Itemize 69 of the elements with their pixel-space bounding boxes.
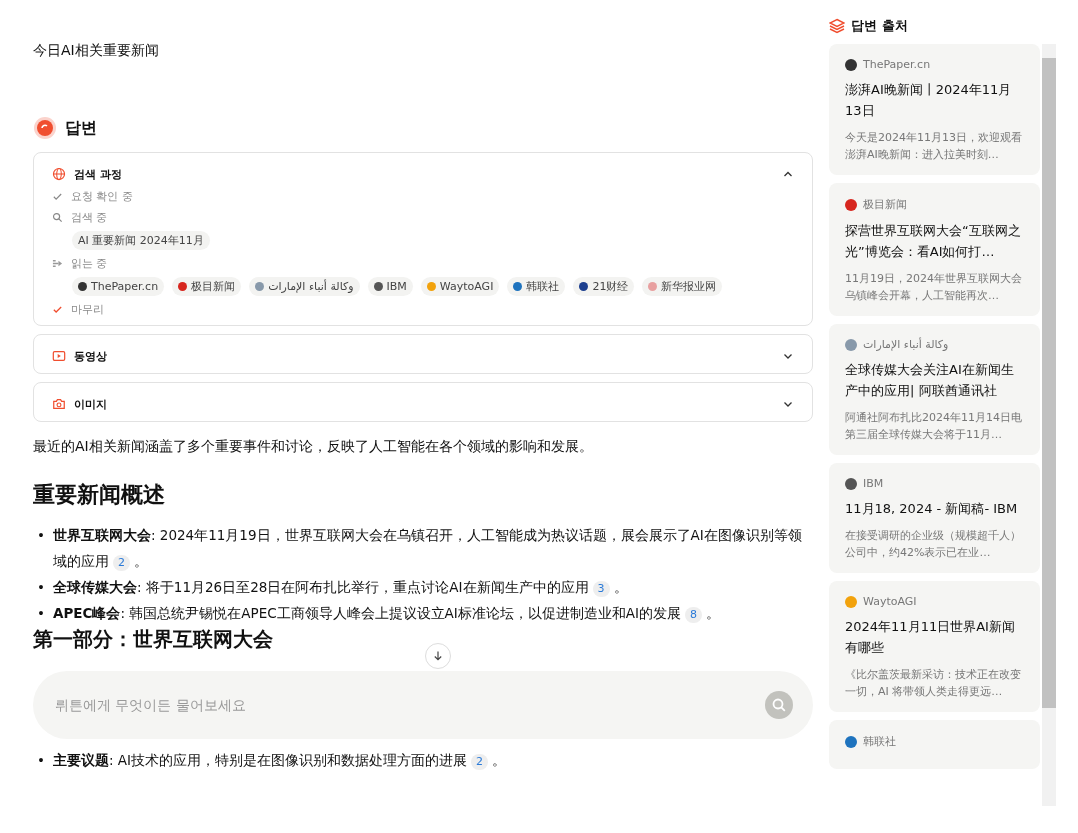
citation-link[interactable]: 2	[112, 555, 130, 571]
source-chip[interactable]: 极目新闻	[172, 277, 242, 296]
bullet-text: 主要议题: AI技术的应用，特别是在图像识别和数据处理方面的进展 2 。	[52, 751, 508, 772]
ask-field[interactable]: 뤼튼에게 무엇이든 물어보세요	[53, 696, 765, 714]
step-label: 읽는 중	[71, 256, 108, 271]
step-label: 요청 확인 중	[71, 189, 133, 204]
layers-icon	[829, 18, 845, 34]
source-chip[interactable]: 21财经	[573, 277, 635, 296]
article-title: 2024年11月11日世界AI新闻有哪些	[845, 618, 1016, 657]
source-name: WaytoAGI	[863, 595, 917, 608]
check-icon	[52, 191, 63, 202]
article-title: 全球传媒大会关注AI在新闻生产中的应用| 阿联酋通讯社	[845, 361, 1015, 400]
article-snippet: 今天是2024年11月13日，欢迎观看澎湃AI晚新闻：进入拉美时刻…	[845, 130, 1023, 163]
source-card[interactable]: WaytoAGI 2024年11月11日世界AI新闻有哪些 《比尔盖茨最新采访：技术正在改变一切，AI 将带领人类走得更远…	[829, 581, 1040, 712]
source-chip[interactable]: وكالة أنباء الإمارات	[249, 277, 360, 296]
article-title: 澎湃AI晚新闻丨2024年11月13日	[845, 81, 1013, 120]
citation-link[interactable]: 3	[592, 581, 610, 597]
bullet-text: 世界互联网大会: 2024年11月19日，世界互联网大会在乌镇召开，人工智能成为热议话题，展会展示了AI在图像识别等领域的应用 2 。	[52, 526, 803, 573]
source-chip[interactable]: AI 重要新闻 2024年11月	[72, 231, 210, 250]
source-chip[interactable]: WaytoAGI	[420, 277, 500, 296]
search-icon	[52, 212, 63, 223]
source-chip[interactable]: 新华报业网	[642, 277, 723, 296]
source-chip[interactable]: IBM	[367, 277, 413, 296]
panel-title: 검색 과정	[74, 166, 123, 182]
source-name: 韩联社	[863, 734, 896, 749]
bullet-text: 全球传媒大会: 将于11月26日至28日在阿布扎比举行，重点讨论AI在新闻生产中的应用 3 。	[52, 578, 629, 599]
source-card[interactable]: 极目新闻 探营世界互联网大会“互联网之光”博览会：看AI如何打… 11月19日，2024年世界互联网大会乌镇峰会开幕，人工智能再次…	[829, 183, 1040, 316]
article-title: 探营世界互联网大会“互联网之光”博览会：看AI如何打…	[845, 222, 1022, 261]
scrollbar[interactable]	[1042, 44, 1056, 806]
citation-link[interactable]: 8	[685, 607, 703, 623]
article-snippet: 11月19日，2024年世界互联网大会乌镇峰会开幕，人工智能再次…	[845, 271, 1023, 304]
bullet-marker: •	[37, 526, 45, 545]
section-heading: 第一部分：世界互联网大会	[33, 626, 274, 653]
answer-logo-icon	[33, 116, 57, 140]
source-name: IBM	[863, 477, 884, 490]
bullet-marker: •	[37, 751, 45, 770]
panel-title: 동영상	[74, 348, 108, 364]
bullet-marker: •	[37, 578, 45, 597]
sources-title: 답변 출처	[851, 17, 908, 35]
panel-title: 이미지	[74, 396, 108, 412]
article-snippet: 《比尔盖茨最新采访：技术正在改变一切，AI 将带领人类走得更远…	[845, 667, 1022, 700]
camera-icon	[52, 397, 66, 411]
article-snippet: 阿通社阿布扎比2024年11月14日电第三届全球传媒大会将于11月…	[845, 410, 1023, 443]
article-snippet: 在接受调研的企业级（规模超千人）公司中，约42%表示已在业…	[845, 528, 1022, 561]
globe-icon	[52, 167, 66, 181]
answer-paragraph: 最近的AI相关新闻涵盖了多个重要事件和讨论，反映了人工智能在各个领域的影响和发展。	[33, 438, 594, 456]
source-card[interactable]: IBM 11月18, 2024 - 新闻稿- IBM 在接受调研的企业级（规模超千人）公司中，约42%表示已在业…	[829, 463, 1040, 573]
answer-title: 답변	[65, 117, 97, 139]
source-name: ThePaper.cn	[863, 58, 931, 71]
source-name: وكالة أنباء الإمارات	[863, 338, 949, 351]
video-icon	[52, 349, 66, 363]
check-icon	[52, 304, 63, 315]
section-heading: 重要新闻概述	[33, 481, 166, 509]
source-card[interactable]: ThePaper.cn 澎湃AI晚新闻丨2024年11月13日 今天是2024年11月13日，欢迎观看澎湃AI晚新闻：进入拉美时刻…	[829, 44, 1040, 175]
source-name: 极目新闻	[863, 197, 907, 212]
bullet-text: APEC峰会: 韩国总统尹锡悦在APEC工商领导人峰会上提议设立AI标准论坛，以促进制造业和AI的发展 8 。	[52, 604, 722, 625]
arrow-down-icon	[432, 650, 444, 662]
reading-icon	[52, 258, 63, 269]
step-label: 검색 중	[71, 210, 108, 225]
source-chip[interactable]: 韩联社	[507, 277, 566, 296]
article-title: 11月18, 2024 - 新闻稿- IBM	[845, 500, 1019, 518]
search-icon	[771, 697, 787, 713]
source-chip[interactable]: ThePaper.cn	[72, 277, 165, 296]
scroll-down-button[interactable]	[425, 643, 451, 669]
step-label: 마무리	[71, 302, 104, 317]
bullet-marker: •	[37, 604, 45, 623]
user-question: 今日AI相关重要新闻	[33, 42, 160, 60]
source-card[interactable]: 韩联社	[829, 720, 1040, 769]
citation-link[interactable]: 2	[471, 754, 489, 770]
